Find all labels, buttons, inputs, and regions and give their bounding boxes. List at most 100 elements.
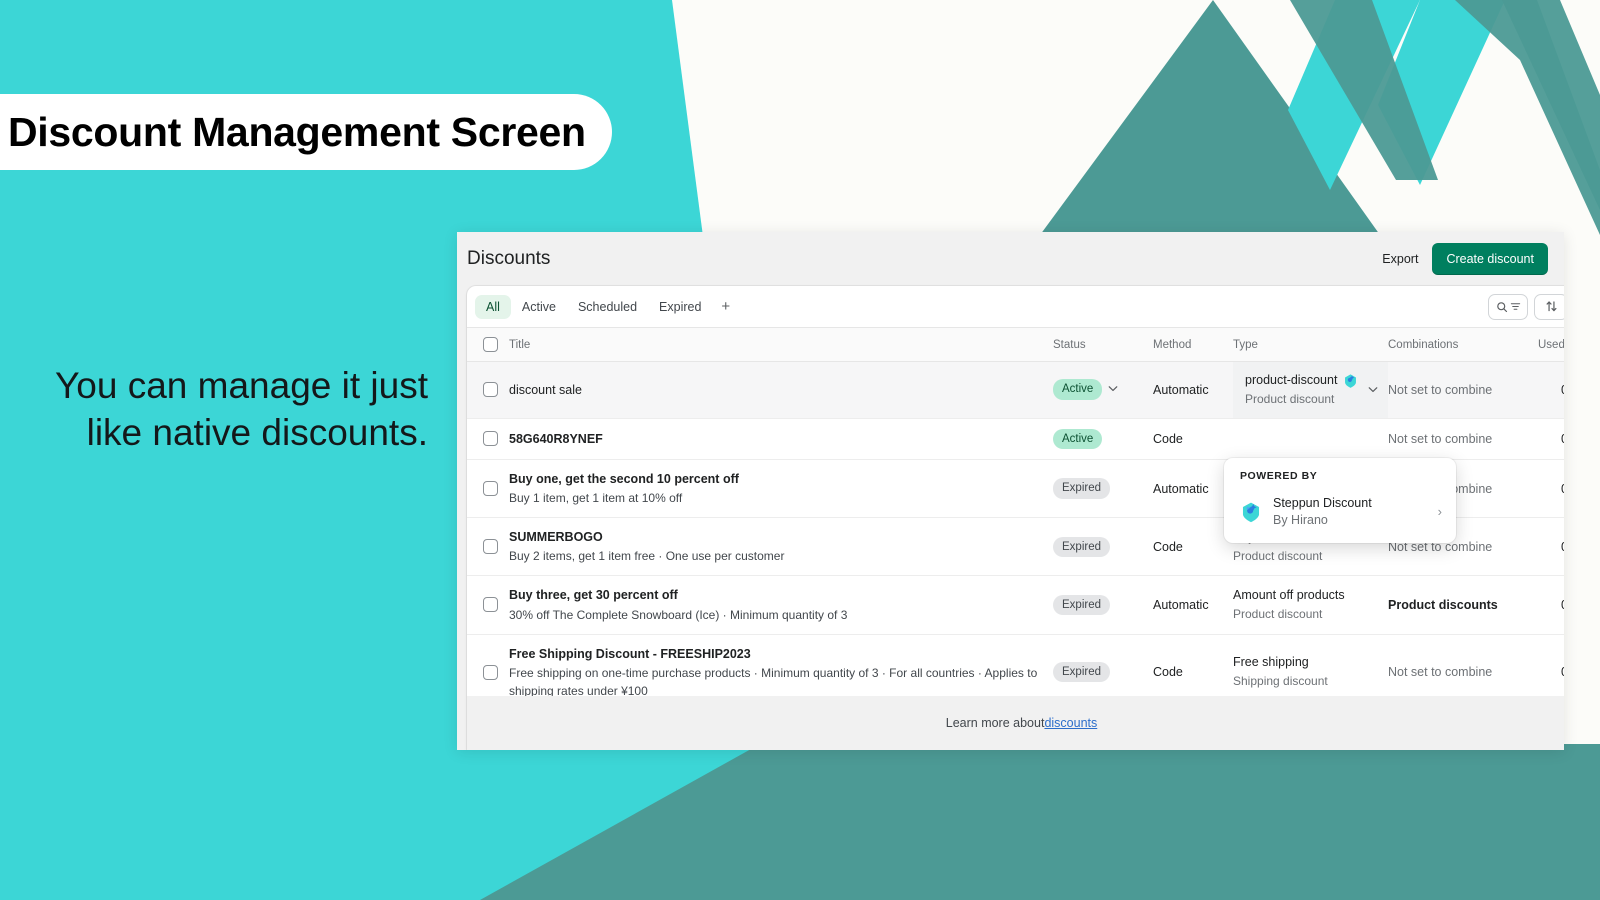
table-row[interactable]: 58G640R8YNEFActiveCodeNot set to combine…	[467, 418, 1564, 460]
slide-canvas: Discount Management Screen You can manag…	[0, 0, 1600, 900]
row-type-sub: Product discount	[1233, 605, 1388, 623]
row-used-cell: 0	[1538, 518, 1564, 576]
create-discount-button[interactable]: Create discount	[1432, 243, 1548, 275]
steppun-app-icon	[1240, 499, 1262, 524]
column-header-method[interactable]: Method	[1153, 328, 1233, 362]
caption-line-1: You can manage it just	[0, 362, 428, 409]
tab-all[interactable]: All	[475, 295, 511, 319]
row-checkbox[interactable]	[483, 481, 498, 496]
select-all-checkbox[interactable]	[483, 337, 498, 352]
row-title: discount sale	[509, 381, 1053, 399]
row-used-cell: 0	[1538, 460, 1564, 518]
steppun-app-icon-small	[1343, 372, 1358, 389]
row-type-sub: Product discount	[1233, 547, 1388, 565]
powered-by-label: POWERED BY	[1224, 470, 1456, 491]
row-combinations: Product discounts	[1388, 598, 1498, 612]
page-title: Discount Management Screen	[8, 109, 586, 156]
app-type-text: product-discountProduct discount	[1245, 372, 1358, 408]
status-badge: Expired	[1053, 662, 1110, 683]
status-chevron[interactable]	[1108, 384, 1118, 395]
row-method-cell: Automatic	[1153, 362, 1233, 419]
row-subtitle: Buy 2 items, get 1 item free · One use p…	[509, 547, 1053, 565]
chevron-down-icon[interactable]	[1108, 385, 1118, 392]
row-title-cell[interactable]: discount sale	[509, 362, 1053, 419]
search-icon	[1496, 301, 1508, 313]
row-combinations: Not set to combine	[1388, 383, 1492, 397]
row-select-cell	[467, 576, 509, 634]
row-select-cell	[467, 518, 509, 576]
tab-scheduled[interactable]: Scheduled	[567, 295, 648, 319]
table-header-row: Title Status Method Type Combinations Us…	[467, 328, 1564, 362]
chevron-down-icon[interactable]	[1368, 386, 1378, 393]
powered-by-app-item[interactable]: Steppun Discount By Hirano ›	[1224, 491, 1456, 531]
column-header-type[interactable]: Type	[1233, 328, 1388, 362]
row-title-cell[interactable]: 58G640R8YNEF	[509, 418, 1053, 460]
table-row[interactable]: discount saleActiveAutomaticproduct-disc…	[467, 362, 1564, 419]
app-page-title: Discounts	[467, 248, 550, 270]
status-badge: Active	[1053, 429, 1102, 450]
filter-icon	[1510, 301, 1521, 312]
row-subtitle: 30% off The Complete Snowboard (Ice) · M…	[509, 606, 1053, 624]
card-footer: Learn more about discounts	[467, 696, 1564, 750]
row-title: Buy three, get 30 percent off	[509, 586, 1053, 604]
discounts-help-link[interactable]: discounts	[1044, 716, 1097, 730]
column-header-combinations[interactable]: Combinations	[1388, 328, 1538, 362]
powered-by-app-author: By Hirano	[1273, 512, 1372, 529]
sort-button[interactable]	[1534, 294, 1564, 320]
row-subtitle: Free shipping on one-time purchase produ…	[509, 664, 1053, 700]
row-method-cell: Code	[1153, 518, 1233, 576]
column-header-title[interactable]: Title	[509, 328, 1053, 362]
row-used-cell: 0	[1538, 418, 1564, 460]
row-checkbox[interactable]	[483, 597, 498, 612]
status-badge: Expired	[1053, 537, 1110, 558]
row-type-cell[interactable]	[1233, 418, 1388, 460]
row-title: Free Shipping Discount - FREESHIP2023	[509, 645, 1053, 663]
row-title: 58G640R8YNEF	[509, 430, 1053, 448]
slide-title-pill: Discount Management Screen	[0, 94, 612, 170]
tabs-row: All Active Scheduled Expired +	[467, 286, 1564, 328]
row-used-cell: 0	[1538, 362, 1564, 419]
row-combinations-cell: Product discounts	[1388, 576, 1538, 634]
status-badge: Expired	[1053, 478, 1110, 499]
row-type-main: Amount off products	[1233, 587, 1388, 605]
row-type-main: product-discount	[1245, 372, 1337, 390]
search-and-filter-button[interactable]	[1488, 294, 1528, 320]
learn-more-prefix: Learn more about	[946, 716, 1045, 730]
app-type-name-row: product-discount	[1245, 372, 1358, 390]
row-checkbox[interactable]	[483, 539, 498, 554]
row-type-sub: Shipping discount	[1233, 672, 1388, 690]
row-select-cell	[467, 362, 509, 419]
tab-expired[interactable]: Expired	[648, 295, 712, 319]
row-status-cell: Expired	[1053, 460, 1153, 518]
row-select-cell	[467, 418, 509, 460]
powered-by-popover: POWERED BY Steppun Discount By Hirano ›	[1224, 458, 1456, 543]
powered-by-app-name: Steppun Discount	[1273, 495, 1372, 512]
app-type-highlight[interactable]: product-discountProduct discount	[1233, 362, 1388, 418]
export-button[interactable]: Export	[1372, 246, 1428, 272]
row-status-cell: Expired	[1053, 518, 1153, 576]
row-title-cell[interactable]: Buy three, get 30 percent off 30% off The…	[509, 576, 1053, 634]
row-title-cell[interactable]: Buy one, get the second 10 percent offBu…	[509, 460, 1053, 518]
slide-caption: You can manage it just like native disco…	[0, 362, 440, 457]
row-checkbox[interactable]	[483, 382, 498, 397]
add-view-button[interactable]: +	[712, 295, 739, 318]
row-type-cell[interactable]: Amount off productsProduct discount	[1233, 576, 1388, 634]
type-chevron[interactable]	[1368, 382, 1378, 396]
tab-active[interactable]: Active	[511, 295, 567, 319]
table-row[interactable]: Buy three, get 30 percent off 30% off The…	[467, 576, 1564, 634]
row-combinations-cell: Not set to combine	[1388, 418, 1538, 460]
row-type-cell[interactable]: product-discountProduct discount	[1233, 362, 1388, 419]
row-title-cell[interactable]: SUMMERBOGOBuy 2 items, get 1 item free ·…	[509, 518, 1053, 576]
discounts-table-body: discount sale Active Automatic product-disc…	[467, 362, 1564, 751]
status-badge: Expired	[1053, 595, 1110, 616]
row-combinations-cell: Not set to combine	[1388, 362, 1538, 419]
caption-line-2: like native discounts.	[0, 409, 428, 456]
powered-by-app-text: Steppun Discount By Hirano	[1273, 495, 1372, 529]
column-header-status[interactable]: Status	[1053, 328, 1153, 362]
row-select-cell	[467, 460, 509, 518]
row-checkbox[interactable]	[483, 431, 498, 446]
column-header-used[interactable]: Used	[1538, 328, 1564, 362]
discounts-card: All Active Scheduled Expired +	[467, 286, 1564, 750]
row-checkbox[interactable]	[483, 665, 498, 680]
discounts-app-window: Discounts Export Create discount All Act…	[457, 232, 1564, 750]
